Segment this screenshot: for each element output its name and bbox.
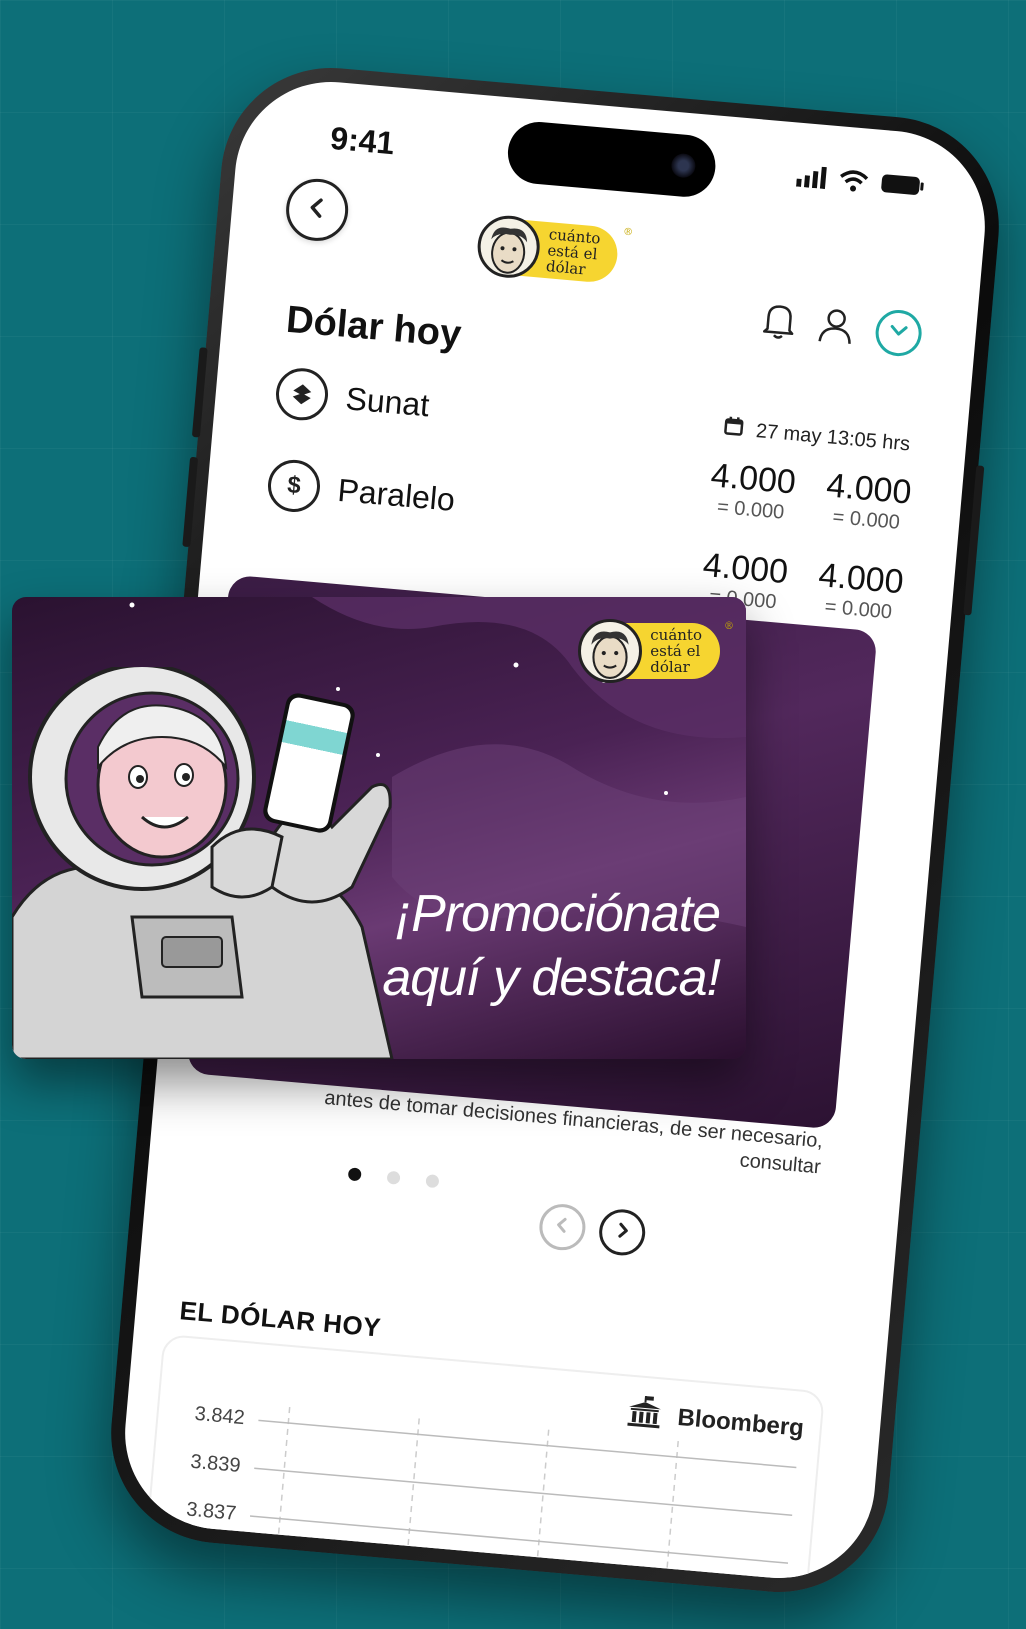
app-logo[interactable]: cuánto está el dólar ® xyxy=(475,213,634,287)
chevron-right-icon xyxy=(613,1221,631,1243)
promo-line-1: ¡Promociónate xyxy=(394,885,721,943)
carousel-dots xyxy=(347,1167,440,1189)
logo-line-1: cuánto xyxy=(650,626,702,644)
dynamic-island xyxy=(505,119,718,200)
astronaut-illustration xyxy=(12,663,432,1059)
user-icon[interactable] xyxy=(816,305,856,351)
wifi-icon xyxy=(837,168,869,198)
registered-mark: ® xyxy=(724,621,734,632)
logo-line-2: está el xyxy=(650,642,701,660)
y-tick-label: 3.839 xyxy=(189,1450,242,1477)
status-time: 9:41 xyxy=(328,119,396,162)
buy-value: 4.000 = 0.000 xyxy=(705,456,800,526)
signal-icon xyxy=(795,165,828,195)
y-tick-label: 3.842 xyxy=(193,1402,246,1430)
carousel-prev-button[interactable] xyxy=(537,1202,588,1253)
rate-label: Paralelo xyxy=(336,471,457,518)
status-icons xyxy=(795,165,926,203)
promo-headline: ¡Promociónate aquí y destaca! xyxy=(382,882,721,1010)
rate-values-sunat: 4.000 = 0.000 4.000 = 0.000 xyxy=(705,456,916,536)
dollar-chart-card: Bloomberg 3.842 3.839 3.837 xyxy=(140,1333,826,1587)
header-actions xyxy=(760,298,924,358)
carousel-arrows xyxy=(537,1202,648,1258)
carousel-dot[interactable] xyxy=(425,1174,440,1189)
promo-banner[interactable]: cuánto está el dólar ® ¡Promociónate aqu… xyxy=(12,597,746,1059)
menu-dropdown-button[interactable] xyxy=(873,308,924,358)
dollar-icon: $ xyxy=(265,457,323,515)
rate-row-paralelo[interactable]: $ Paralelo xyxy=(265,457,457,526)
sell-value: 4.000 = 0.000 xyxy=(820,466,915,536)
last-update: 27 may 13:05 hrs xyxy=(723,415,911,457)
chevron-left-icon xyxy=(305,196,329,225)
last-update-text: 27 may 13:05 hrs xyxy=(755,419,911,455)
camera-icon xyxy=(670,152,697,179)
sunat-icon xyxy=(273,366,331,423)
carousel-next-button[interactable] xyxy=(597,1207,648,1258)
carousel-dot[interactable] xyxy=(386,1170,401,1185)
back-button[interactable] xyxy=(283,176,351,244)
bell-icon[interactable] xyxy=(760,300,798,346)
battery-icon xyxy=(879,172,925,203)
y-tick-label: 3.837 xyxy=(185,1498,238,1525)
sell-value: 4.000 = 0.000 xyxy=(812,556,907,626)
logo-line-3: dólar xyxy=(650,658,690,676)
page-title: Dólar hoy xyxy=(284,298,463,356)
rate-row-sunat[interactable]: Sunat xyxy=(273,366,432,431)
carousel-dot[interactable] xyxy=(347,1167,362,1182)
chevron-down-icon xyxy=(889,323,909,343)
logo-face-icon xyxy=(578,619,643,683)
registered-mark: ® xyxy=(622,226,634,239)
chart-grid xyxy=(249,1407,797,1587)
calendar-icon xyxy=(723,415,745,443)
section-title: EL DÓLAR HOY xyxy=(178,1295,383,1343)
promo-logo: cuánto está el dólar ® xyxy=(578,619,734,683)
chevron-left-icon xyxy=(554,1216,572,1238)
promo-line-2: aquí y destaca! xyxy=(382,949,721,1007)
rate-label: Sunat xyxy=(344,379,431,423)
